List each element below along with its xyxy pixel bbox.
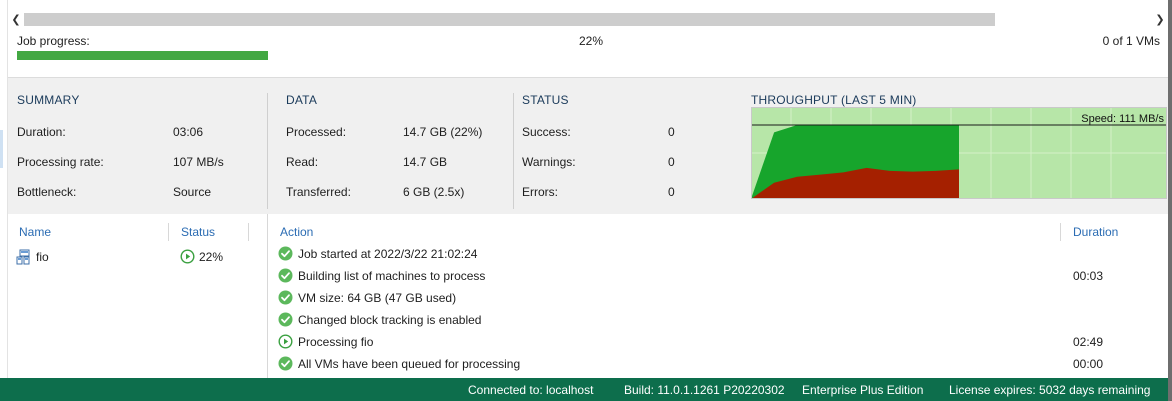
data-label: Read: (286, 155, 319, 169)
summary-section: SUMMARY Duration: 03:06 Processing rate:… (17, 78, 267, 215)
column-header-status[interactable]: Status (181, 225, 215, 239)
right-window-edge (1168, 0, 1172, 401)
success-check-icon (278, 268, 293, 286)
data-label: Transferred: (286, 185, 351, 199)
section-divider (513, 93, 514, 209)
vm-name: fio (36, 250, 49, 264)
status-license: License expires: 5032 days remaining (949, 383, 1151, 397)
summary-value: 03:06 (173, 125, 204, 139)
column-header-duration[interactable]: Duration (1073, 225, 1118, 239)
vm-icon (16, 249, 33, 268)
action-row[interactable]: Job started at 2022/3/22 21:02:24 (278, 244, 1158, 264)
action-row[interactable]: Changed block tracking is enabled (278, 310, 1158, 330)
column-divider[interactable] (248, 223, 249, 241)
status-title: STATUS (522, 93, 569, 107)
status-section: STATUS Success: 0 Warnings: 0 Errors: 0 (522, 78, 742, 215)
scroll-left-arrow-icon[interactable]: ❮ (8, 11, 24, 29)
success-check-icon (278, 246, 293, 264)
column-divider[interactable] (1060, 223, 1061, 241)
action-text: Changed block tracking is enabled (298, 313, 482, 327)
status-build: Build: 11.0.1.1261 P20220302 (624, 383, 785, 397)
status-bar: Connected to: localhost Build: 11.0.1.12… (0, 378, 1168, 401)
job-progress-count: 0 of 1 VMs (1102, 34, 1160, 48)
success-check-icon (278, 312, 293, 330)
summary-title: SUMMARY (17, 93, 80, 107)
column-divider[interactable] (168, 223, 169, 241)
action-text: VM size: 64 GB (47 GB used) (298, 291, 457, 305)
scrollbar-thumb[interactable] (24, 13, 995, 26)
horizontal-scrollbar[interactable]: ❮ ❯ (8, 11, 1168, 29)
status-value: 0 (668, 185, 675, 199)
status-edition: Enterprise Plus Edition (802, 383, 924, 397)
data-section: DATA Processed: 14.7 GB (22%) Read: 14.7… (286, 78, 516, 215)
action-duration: 00:00 (1073, 357, 1104, 371)
action-text: Job started at 2022/3/22 21:02:24 (298, 247, 478, 261)
in-progress-play-icon (180, 249, 195, 267)
details-pane: Name Status fio 22% Action Duration Job … (8, 214, 1168, 378)
column-header-action[interactable]: Action (280, 225, 313, 239)
status-connected: Connected to: localhost (468, 383, 594, 397)
left-pane-edge (0, 0, 8, 378)
success-check-icon (278, 356, 293, 374)
job-session-window: ❮ ❯ Job progress: 22% 0 of 1 VMs SUMMARY… (0, 0, 1172, 401)
summary-value: Source (173, 185, 212, 199)
action-text: Building list of machines to process (298, 269, 486, 283)
summary-label: Processing rate: (17, 155, 104, 169)
summary-value: 107 MB/s (173, 155, 224, 169)
section-divider (267, 93, 268, 209)
status-value: 0 (668, 155, 675, 169)
job-progress-percent: 22% (579, 34, 604, 48)
action-duration: 02:49 (1073, 335, 1104, 349)
summary-label: Duration: (17, 125, 66, 139)
summary-label: Bottleneck: (17, 185, 77, 199)
data-value: 14.7 GB (403, 155, 448, 169)
status-label: Warnings: (522, 155, 576, 169)
action-row[interactable]: VM size: 64 GB (47 GB used) (278, 288, 1158, 308)
success-check-icon (278, 290, 293, 308)
action-row[interactable]: Processing fio 02:49 (278, 332, 1158, 352)
stats-panel: SUMMARY Duration: 03:06 Processing rate:… (8, 77, 1168, 214)
scroll-right-arrow-icon[interactable]: ❯ (1152, 11, 1168, 29)
job-progress-bar (17, 51, 1158, 60)
action-text: All VMs have been queued for processing (298, 357, 521, 371)
in-progress-play-icon (278, 334, 293, 352)
pane-divider (267, 214, 268, 378)
data-label: Processed: (286, 125, 347, 139)
status-label: Errors: (522, 185, 558, 199)
left-pane-selection (0, 130, 3, 168)
status-value: 0 (668, 125, 675, 139)
status-label: Success: (522, 125, 571, 139)
data-value: 6 GB (2.5x) (403, 185, 465, 199)
job-progress-label: Job progress: (17, 34, 90, 48)
speed-label: Speed: 111 MB/s (1081, 113, 1164, 125)
action-row[interactable]: All VMs have been queued for processing 0… (278, 354, 1158, 374)
data-title: DATA (286, 93, 318, 107)
data-value: 14.7 GB (22%) (403, 125, 483, 139)
action-duration: 00:03 (1073, 269, 1104, 283)
throughput-title: THROUGHPUT (LAST 5 MIN) (751, 93, 917, 107)
action-row[interactable]: Building list of machines to process 00:0… (278, 266, 1158, 286)
column-header-name[interactable]: Name (19, 225, 51, 239)
throughput-chart: Speed: 111 MB/s (751, 107, 1167, 199)
job-progress-fill (17, 51, 269, 60)
throughput-chart-svg: Speed: 111 MB/s (751, 107, 1167, 199)
vm-table-row[interactable]: fio 22% (16, 248, 256, 266)
vm-status: 22% (199, 250, 224, 264)
action-text: Processing fio (298, 335, 374, 349)
